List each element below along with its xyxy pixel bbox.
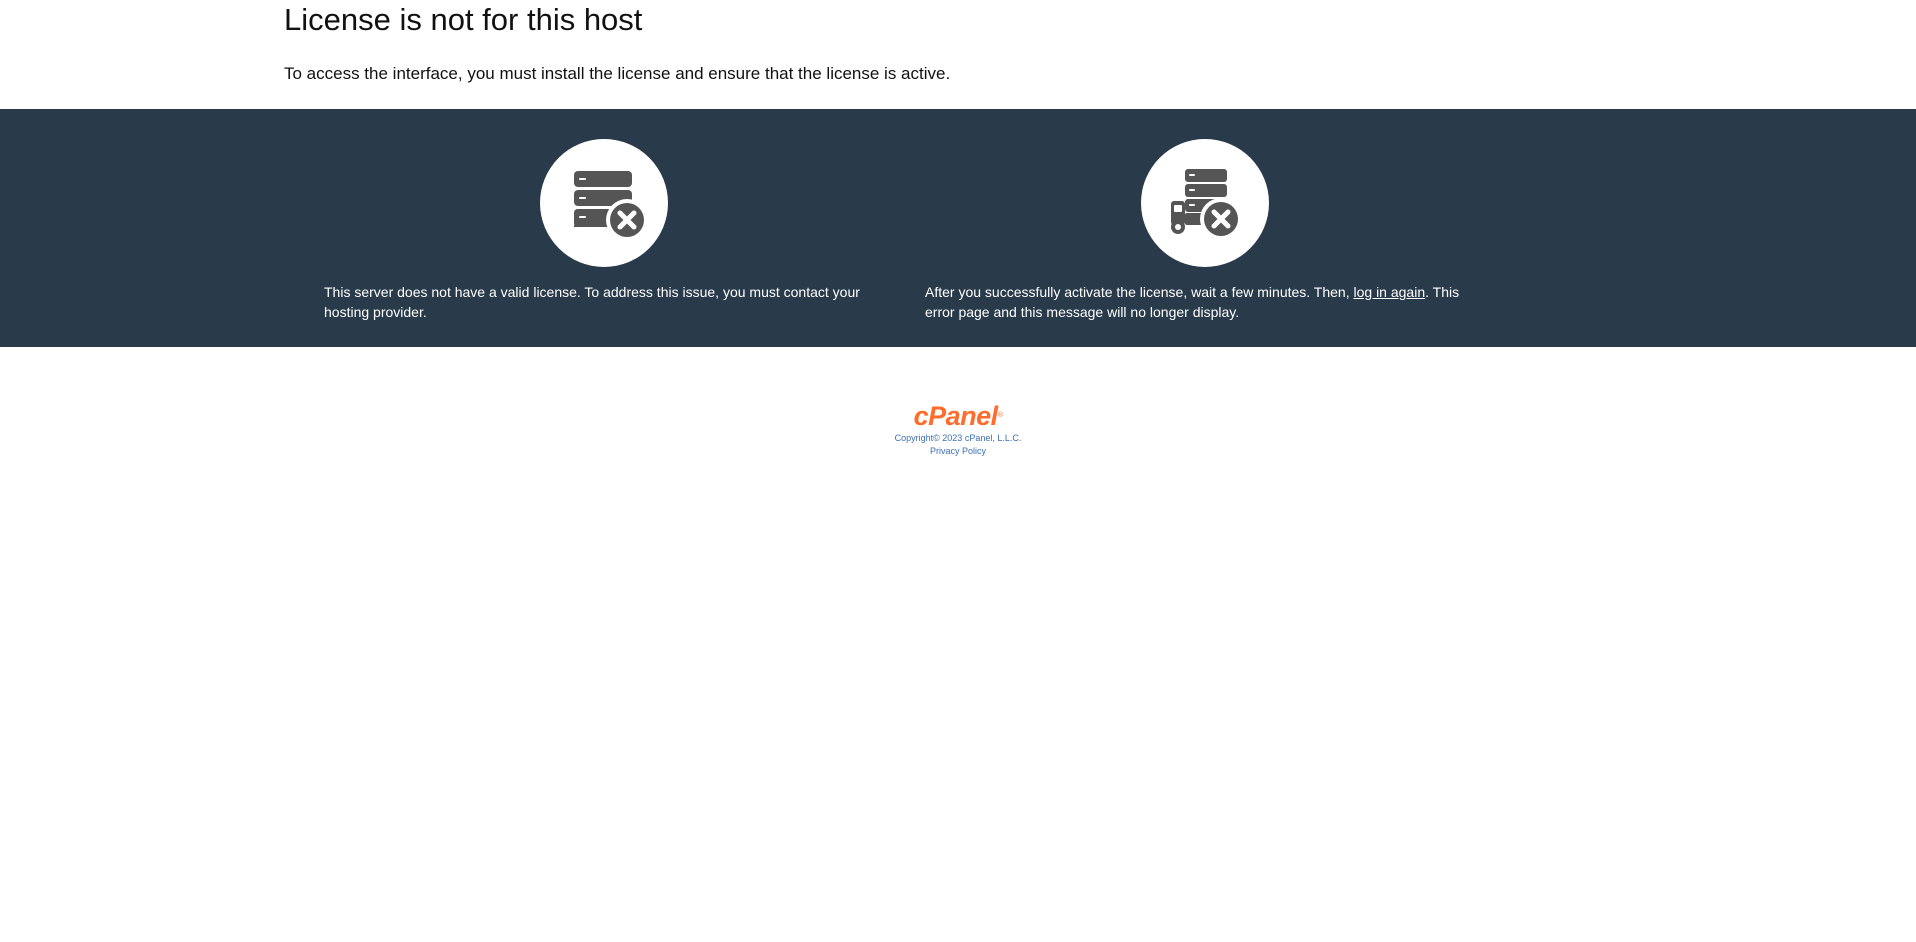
invalid-license-card: This server does not have a valid licens…: [324, 109, 884, 347]
copyright-text: Copyright© 2023 cPanel, L.L.C.: [894, 433, 1022, 443]
activation-message: After you successfully activate the lice…: [925, 282, 1480, 322]
privacy-policy-link[interactable]: Privacy Policy: [0, 445, 1916, 458]
cpanel-logo-text: cPanel: [913, 401, 999, 431]
icon-circle: [1141, 139, 1269, 267]
activation-card: After you successfully activate the lice…: [925, 109, 1485, 347]
activation-text-before: After you successfully activate the lice…: [925, 284, 1354, 300]
icon-circle: [540, 139, 668, 267]
page-title: License is not for this host: [284, 2, 643, 37]
info-band: This server does not have a valid licens…: [0, 109, 1916, 347]
registered-mark: ®: [997, 412, 1003, 419]
cpanel-logo: cPanel®: [914, 402, 1003, 430]
server-error-icon: [574, 171, 648, 241]
server-truck-error-icon: [1171, 169, 1242, 240]
page-subtitle: To access the interface, you must instal…: [284, 64, 951, 83]
page-footer: cPanel® Copyright© 2023 cPanel, L.L.C. P…: [0, 402, 1916, 458]
invalid-license-message: This server does not have a valid licens…: [324, 284, 860, 320]
log-in-again-link[interactable]: log in again: [1354, 284, 1426, 300]
page-header: License is not for this host To access t…: [0, 0, 1916, 109]
